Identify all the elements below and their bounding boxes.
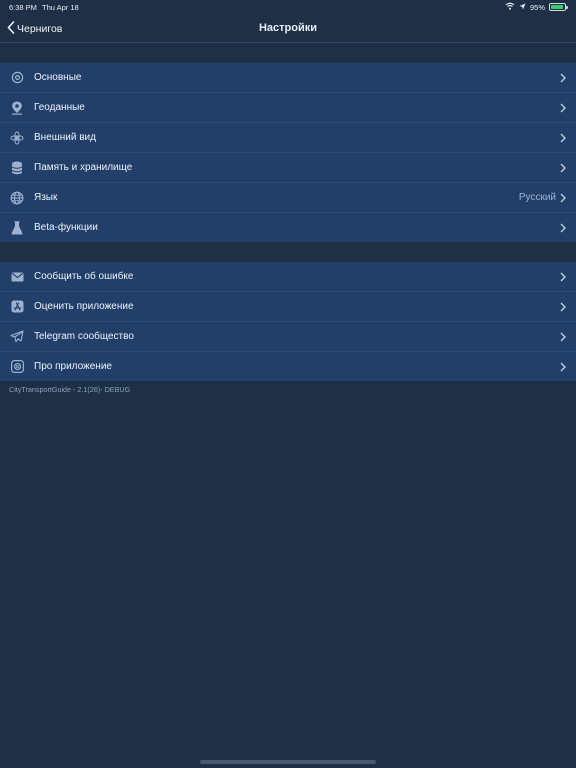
chevron-right-icon (560, 272, 566, 282)
support-row-telegram[interactable]: Telegram сообщество (0, 322, 576, 352)
settings-row-label: Язык (34, 192, 58, 203)
support-row-label: Про приложение (34, 361, 112, 372)
chevron-right-icon (560, 163, 566, 173)
language-value: Русский (518, 192, 556, 203)
telegram-icon (10, 330, 24, 344)
support-row-label: Сообщить об ошибке (34, 271, 134, 282)
settings-row-beta[interactable]: Beta-функции (0, 213, 576, 242)
globe-icon (10, 191, 24, 205)
app-store-icon (10, 300, 24, 314)
support-row-label: Оценить приложение (34, 301, 134, 312)
chevron-right-icon (560, 302, 566, 312)
support-row-report-bug[interactable]: Сообщить об ошибке (0, 262, 576, 292)
chevron-right-icon (560, 223, 566, 233)
status-date: Thu Apr 18 (42, 3, 79, 12)
settings-row-label: Beta-функции (34, 222, 98, 233)
status-right: 95% (505, 2, 568, 12)
battery-fill (551, 5, 564, 9)
support-group: Сообщить об ошибке Оценить приложение Te… (0, 262, 576, 381)
support-row-label: Telegram сообщество (34, 331, 134, 342)
chevron-right-icon (560, 332, 566, 342)
mail-icon (10, 270, 24, 284)
appearance-icon (10, 131, 24, 145)
database-icon (10, 161, 24, 175)
battery-icon (549, 3, 568, 11)
status-bar: 6:38 PM Thu Apr 18 95% (0, 0, 576, 14)
settings-row-label: Основные (34, 72, 82, 83)
app-version: CityTransportGuide - 2.1(26)- DEBUG (9, 385, 131, 394)
support-row-about[interactable]: Про приложение (0, 352, 576, 381)
battery-percent: 95% (529, 2, 545, 12)
support-row-rate-app[interactable]: Оценить приложение (0, 292, 576, 322)
settings-row-storage[interactable]: Память и хранилище (0, 153, 576, 183)
navigation-bar: Чернигов Настройки (0, 14, 576, 43)
about-icon (10, 360, 24, 374)
page-title: Настройки (258, 22, 318, 34)
status-time: 6:38 PM (9, 3, 37, 12)
settings-row-geodata[interactable]: Геоданные (0, 93, 576, 123)
settings-row-appearance[interactable]: Внешний вид (0, 123, 576, 153)
chevron-right-icon (560, 73, 566, 83)
location-arrow-icon (519, 3, 526, 12)
settings-row-label: Геоданные (34, 102, 85, 113)
chevron-right-icon (560, 193, 566, 203)
chevron-right-icon (560, 103, 566, 113)
chevron-right-icon (560, 362, 566, 372)
wifi-icon (505, 2, 515, 12)
settings-row-general[interactable]: Основные (0, 63, 576, 93)
settings-row-label: Память и хранилище (34, 162, 133, 173)
location-pin-icon (10, 101, 24, 115)
settings-row-language[interactable]: Язык Русский (0, 183, 576, 213)
gear-icon (10, 71, 24, 85)
settings-row-label: Внешний вид (34, 132, 96, 143)
settings-group: Основные Геоданные Внешний вид Память и … (0, 63, 576, 242)
chevron-right-icon (560, 133, 566, 143)
flask-icon (10, 220, 24, 235)
home-indicator[interactable] (200, 760, 376, 764)
